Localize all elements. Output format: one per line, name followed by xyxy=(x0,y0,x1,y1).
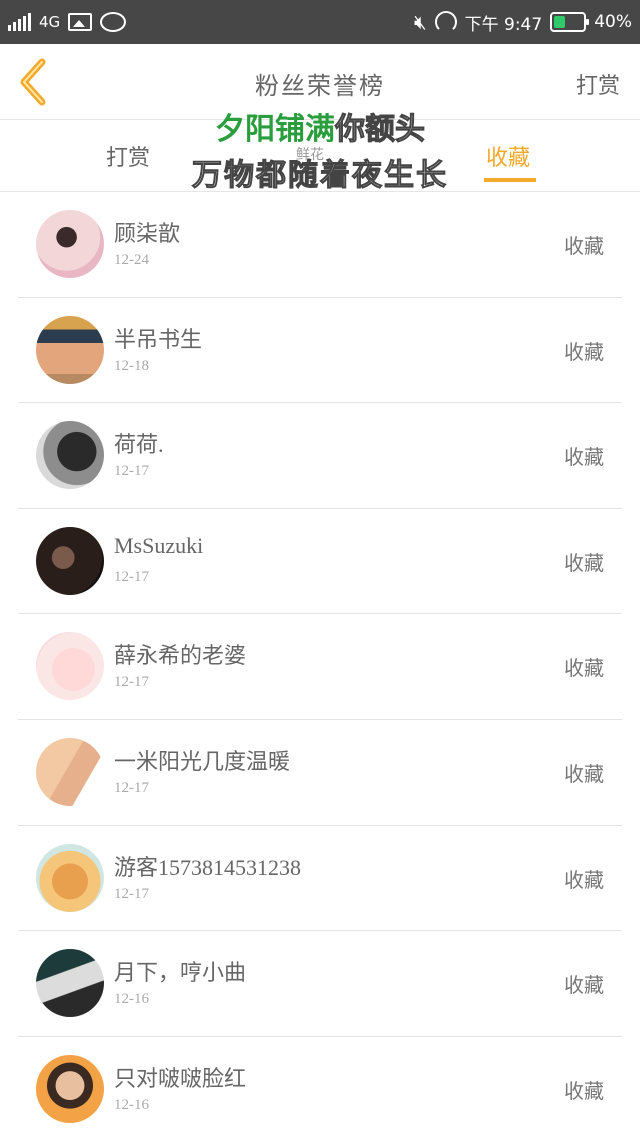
item-date: 12-16 xyxy=(114,991,149,1008)
status-bar: 4G 🔇︎ 下午 9:47 40% xyxy=(0,0,640,44)
list-item[interactable]: 一米阳光几度温暖 12-17 收藏 xyxy=(18,720,622,826)
item-date: 12-17 xyxy=(114,463,149,480)
list-item[interactable]: 荷荷. 12-17 收藏 xyxy=(18,403,622,509)
avatar[interactable] xyxy=(36,949,104,1018)
tab-favorites[interactable]: 收藏 xyxy=(486,140,530,172)
favorite-label: 收藏 xyxy=(564,445,604,470)
gallery-icon xyxy=(68,13,93,31)
favorite-label: 收藏 xyxy=(564,973,604,998)
page-title: 粉丝荣誉榜 xyxy=(255,72,385,100)
user-name: 只对啵啵脸红 xyxy=(114,1065,247,1091)
item-date: 12-17 xyxy=(114,885,149,902)
reward-button[interactable]: 打赏 xyxy=(576,68,620,100)
user-name: 薛永希的老婆 xyxy=(114,643,247,669)
item-date: 12-24 xyxy=(114,252,149,268)
avatar[interactable] xyxy=(36,632,104,701)
list-item[interactable]: 薛永希的老婆 12-17 收藏 xyxy=(18,614,622,720)
avatar[interactable] xyxy=(36,737,104,806)
avatar[interactable] xyxy=(36,421,104,490)
battery-icon xyxy=(550,12,590,32)
favorite-label: 收藏 xyxy=(564,550,604,575)
item-date: 12-17 xyxy=(114,674,149,691)
list-item[interactable]: 只对啵啵脸红 12-16 收藏 xyxy=(18,1037,622,1138)
list-item[interactable]: 游客1573814531238 12-17 收藏 xyxy=(18,826,622,932)
item-date: 12-17 xyxy=(114,779,149,796)
user-name: MsSuzuki xyxy=(114,532,204,558)
status-time: 下午 9:47 xyxy=(464,14,543,35)
user-name: 荷荷. xyxy=(114,432,164,458)
user-name: 游客1573814531238 xyxy=(114,854,302,880)
avatar[interactable] xyxy=(36,1054,104,1123)
header: 粉丝荣誉榜 打赏 xyxy=(0,44,640,120)
list-item[interactable]: 顾柒歆 12-24 收藏 xyxy=(18,192,622,298)
mute-icon: 🔇︎ xyxy=(414,10,427,34)
favorite-label: 收藏 xyxy=(564,339,604,364)
user-name: 半吊书生 xyxy=(114,326,203,352)
tab-reward[interactable]: 打赏 xyxy=(106,140,150,172)
user-name: 顾柒歆 xyxy=(114,221,181,246)
status-right: 🔇︎ 下午 9:47 40% xyxy=(414,10,632,35)
headset-icon xyxy=(434,11,457,33)
favorite-label: 收藏 xyxy=(564,656,604,681)
user-name: 一米阳光几度温暖 xyxy=(114,748,291,774)
item-date: 12-17 xyxy=(114,568,149,585)
item-date: 12-18 xyxy=(114,357,149,374)
list-item[interactable]: MsSuzuki 12-17 收藏 xyxy=(18,509,622,615)
list-item[interactable]: 月下，哼小曲 12-16 收藏 xyxy=(18,931,622,1037)
tab-flowers[interactable]: 鲜花 xyxy=(296,144,324,164)
avatar[interactable] xyxy=(36,526,104,595)
favorite-label: 收藏 xyxy=(564,234,604,258)
avatar[interactable] xyxy=(36,315,104,384)
network-type: 4G xyxy=(39,12,61,31)
item-date: 12-16 xyxy=(114,1096,149,1113)
list-item[interactable]: 半吊书生 12-18 收藏 xyxy=(18,298,622,404)
status-left: 4G xyxy=(8,12,127,32)
avatar[interactable] xyxy=(36,843,104,912)
battery-percent: 40% xyxy=(594,12,632,32)
favorite-label: 收藏 xyxy=(564,761,604,786)
user-name: 月下，哼小曲 xyxy=(114,960,247,986)
favorite-label: 收藏 xyxy=(564,867,604,892)
wechat-icon xyxy=(100,12,127,32)
tab-bar: 打赏 鲜花 收藏 xyxy=(0,120,640,192)
avatar[interactable] xyxy=(36,210,104,278)
active-tab-indicator xyxy=(484,178,536,182)
fan-list: 顾柒歆 12-24 收藏 半吊书生 12-18 收藏 荷荷. 12-17 收藏 … xyxy=(18,192,622,1138)
signal-icon xyxy=(8,13,31,31)
favorite-label: 收藏 xyxy=(564,1078,604,1103)
